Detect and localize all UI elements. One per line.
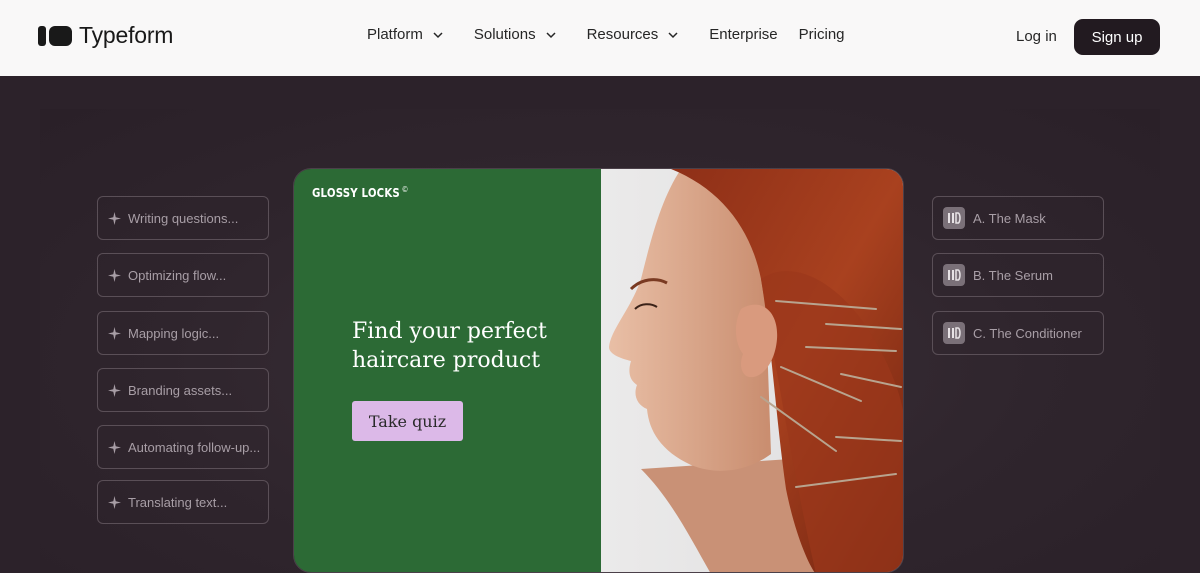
card-brand-mark: ©: [401, 185, 409, 194]
sparkle-icon: [108, 268, 121, 282]
ai-step-pill: Writing questions...: [97, 196, 269, 240]
sparkle-icon: [108, 440, 121, 454]
model-photo: [601, 169, 903, 572]
ai-step-label: Optimizing flow...: [128, 267, 227, 283]
answer-option-c: C. The Conditioner: [932, 311, 1104, 355]
main-nav: Platform Solutions Resources Enterprise …: [367, 26, 866, 43]
sparkle-icon: [108, 326, 121, 340]
ai-step-label: Writing questions...: [128, 210, 239, 226]
nav-enterprise[interactable]: Enterprise: [709, 26, 777, 43]
ai-step-pill: Automating follow-up...: [97, 425, 269, 469]
nav-enterprise-label: Enterprise: [709, 26, 778, 43]
woman-profile-illustration: [609, 169, 903, 572]
chevron-down-icon: [668, 31, 678, 38]
login-link[interactable]: Log in: [1016, 28, 1057, 45]
option-label: C. The Conditioner: [973, 325, 1082, 341]
ai-step-pill: Mapping logic...: [97, 311, 269, 355]
ai-step-pill: Optimizing flow...: [97, 253, 269, 297]
signup-button[interactable]: Sign up: [1074, 19, 1160, 55]
option-label: A. The Mask: [973, 210, 1046, 226]
card-brand-name: GLOSSY LOCKS: [312, 186, 400, 200]
ai-step-label: Translating text...: [128, 494, 228, 510]
nav-platform[interactable]: Platform: [367, 26, 444, 43]
nav-solutions[interactable]: Solutions: [474, 26, 557, 43]
option-icon: [943, 264, 965, 286]
typeform-logo-icon: [38, 25, 72, 46]
option-label: B. The Serum: [973, 267, 1053, 283]
typeform-logo[interactable]: Typeform: [38, 22, 173, 49]
ai-step-pill: Branding assets...: [97, 368, 269, 412]
chevron-down-icon: [546, 31, 556, 38]
ai-step-label: Mapping logic...: [128, 325, 220, 341]
sparkle-icon: [108, 495, 121, 509]
take-quiz-button[interactable]: Take quiz: [352, 401, 463, 441]
answer-option-a: A. The Mask: [932, 196, 1104, 240]
card-green-panel: GLOSSY LOCKS © Find your perfect haircare…: [294, 169, 601, 572]
option-icon: [943, 207, 965, 229]
nav-pricing[interactable]: Pricing: [799, 26, 845, 43]
nav-platform-label: Platform: [367, 26, 423, 43]
top-nav-bar: Typeform Platform Solutions Resources En…: [0, 0, 1200, 76]
chevron-down-icon: [433, 31, 443, 38]
ai-step-pill: Translating text...: [97, 480, 269, 524]
sparkle-icon: [108, 383, 121, 397]
nav-solutions-label: Solutions: [473, 26, 536, 43]
card-headline: Find your perfect haircare product: [352, 319, 547, 373]
nav-resources-label: Resources: [586, 26, 659, 43]
option-icon: [943, 322, 965, 344]
card-brand: GLOSSY LOCKS ©: [312, 185, 409, 200]
answer-option-b: B. The Serum: [932, 253, 1104, 297]
brand-name: Typeform: [79, 22, 174, 48]
sparkle-icon: [108, 211, 121, 225]
nav-resources[interactable]: Resources: [587, 26, 680, 43]
ai-step-label: Automating follow-up...: [128, 439, 261, 455]
quiz-preview-card: GLOSSY LOCKS © Find your perfect haircare…: [293, 168, 904, 573]
ai-step-label: Branding assets...: [128, 382, 233, 398]
nav-pricing-label: Pricing: [798, 26, 845, 43]
